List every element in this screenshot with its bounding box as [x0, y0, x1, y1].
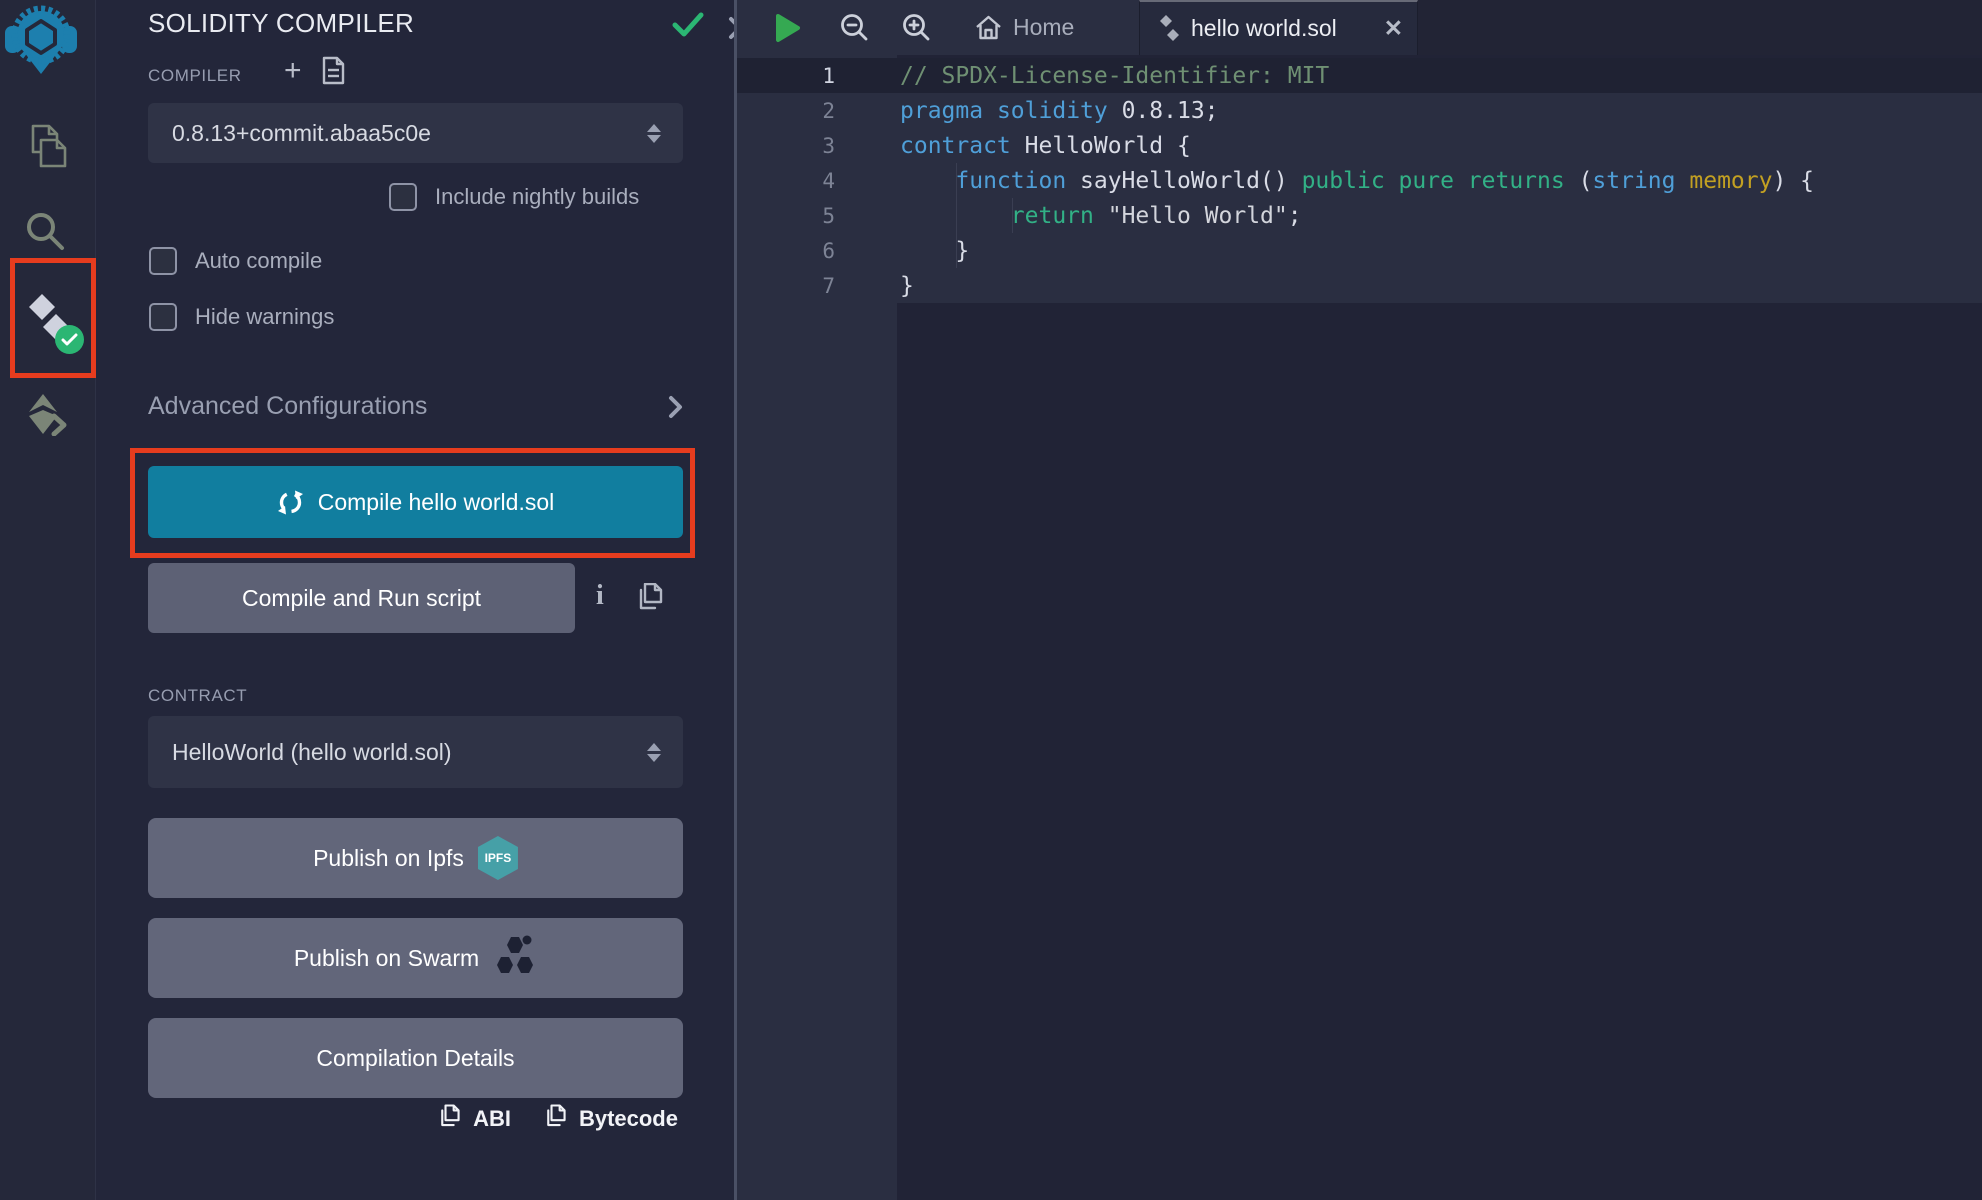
hide-warnings-checkbox[interactable]: [149, 303, 177, 331]
advanced-configurations-toggle[interactable]: Advanced Configurations: [148, 392, 683, 421]
auto-compile-label: Auto compile: [195, 248, 322, 274]
line-number: 7: [737, 274, 897, 298]
info-icon[interactable]: i: [596, 580, 604, 612]
publish-on-swarm-button[interactable]: Publish on Swarm: [148, 918, 683, 998]
copy-script-icon[interactable]: [637, 583, 664, 617]
select-arrows-icon: [647, 743, 661, 762]
tab-label: hello world.sol: [1191, 15, 1372, 42]
select-arrows-icon: [647, 124, 661, 143]
line-number: 2: [737, 99, 897, 123]
publish-swarm-label: Publish on Swarm: [294, 945, 479, 972]
line-number: 6: [737, 239, 897, 263]
code-line[interactable]: 1// SPDX-License-Identifier: MIT: [737, 58, 1982, 93]
line-number: 1: [737, 64, 897, 88]
editor-area: Home hello world.sol ✕ 1// SPDX-License-…: [737, 0, 1982, 1200]
compile-success-badge-icon: [55, 325, 84, 354]
line-number: 4: [737, 169, 897, 193]
copy-bytecode-button[interactable]: Bytecode: [579, 1106, 678, 1132]
advanced-configurations-label: Advanced Configurations: [148, 392, 668, 421]
add-compiler-icon[interactable]: +: [284, 56, 302, 86]
compiler-version-value: 0.8.13+commit.abaa5c0e: [172, 120, 647, 147]
contract-section-label: CONTRACT: [148, 686, 247, 706]
contract-select-value: HelloWorld (hello world.sol): [172, 739, 647, 766]
hide-warnings-label: Hide warnings: [195, 304, 334, 330]
compilation-details-label: Compilation Details: [316, 1045, 514, 1072]
home-icon: [975, 14, 1002, 41]
indent-guide: [1012, 198, 1013, 233]
contract-select[interactable]: HelloWorld (hello world.sol): [148, 716, 683, 788]
panel-title: SOLIDITY COMPILER: [148, 8, 414, 38]
tab-home-label: Home: [1013, 14, 1074, 41]
search-icon[interactable]: [24, 210, 66, 257]
compile-and-run-button[interactable]: Compile and Run script: [148, 563, 575, 633]
code-lines: 1// SPDX-License-Identifier: MIT2pragma …: [737, 58, 1982, 303]
tab-home[interactable]: Home: [965, 0, 1084, 55]
auto-compile-checkbox-row[interactable]: Auto compile: [149, 247, 322, 275]
zoom-out-icon[interactable]: [839, 12, 869, 47]
chevron-right-icon: [668, 395, 683, 419]
code-text: return "Hello World";: [900, 203, 1302, 229]
editor-tab-bar: Home hello world.sol ✕: [737, 0, 1982, 55]
solidity-file-icon: [1160, 15, 1179, 42]
ipfs-icon: IPFS: [478, 836, 518, 880]
compiler-config-file-icon[interactable]: [322, 56, 345, 90]
line-number: 5: [737, 204, 897, 228]
hide-warnings-checkbox-row[interactable]: Hide warnings: [149, 303, 334, 331]
panel-header: SOLIDITY COMPILER: [148, 8, 694, 44]
code-line[interactable]: 5 return "Hello World";: [737, 198, 1982, 233]
code-text: contract HelloWorld {: [900, 133, 1191, 159]
include-nightly-checkbox[interactable]: [389, 183, 417, 211]
abi-bytecode-row: ABI Bytecode: [148, 1104, 678, 1134]
panel-resize-handle[interactable]: [734, 0, 737, 1200]
close-tab-icon[interactable]: ✕: [1384, 15, 1403, 42]
code-line[interactable]: 4 function sayHelloWorld() public pure r…: [737, 163, 1982, 198]
publish-on-ipfs-button[interactable]: Publish on Ipfs IPFS: [148, 818, 683, 898]
compile-button-label: Compile hello world.sol: [318, 489, 555, 516]
line-number: 3: [737, 134, 897, 158]
zoom-in-icon[interactable]: [901, 12, 931, 47]
icon-bar: [0, 0, 96, 1200]
include-nightly-checkbox-row[interactable]: Include nightly builds: [389, 183, 639, 211]
swarm-icon: [493, 935, 537, 981]
code-line[interactable]: 7}: [737, 268, 1982, 303]
code-text: // SPDX-License-Identifier: MIT: [900, 63, 1329, 89]
code-text: }: [900, 238, 969, 264]
compilation-details-button[interactable]: Compilation Details: [148, 1018, 683, 1098]
compiler-version-select[interactable]: 0.8.13+commit.abaa5c0e: [148, 103, 683, 163]
code-editor[interactable]: 1// SPDX-License-Identifier: MIT2pragma …: [737, 55, 1982, 1200]
code-text: pragma solidity 0.8.13;: [900, 98, 1219, 124]
code-line[interactable]: 3contract HelloWorld {: [737, 128, 1982, 163]
code-text: }: [900, 273, 914, 299]
publish-ipfs-label: Publish on Ipfs: [313, 845, 464, 872]
file-explorer-icon[interactable]: [24, 124, 68, 175]
tab-hello-world-sol[interactable]: hello world.sol ✕: [1139, 0, 1418, 55]
code-line[interactable]: 2pragma solidity 0.8.13;: [737, 93, 1982, 128]
copy-abi-icon[interactable]: [439, 1104, 461, 1134]
solidity-compiler-panel: SOLIDITY COMPILER COMPILER + 0.8.13+comm…: [96, 0, 734, 1200]
compile-button[interactable]: Compile hello world.sol: [148, 466, 683, 538]
compile-success-check-icon: [672, 12, 704, 43]
compiler-section-label: COMPILER: [148, 66, 242, 86]
remix-logo-icon[interactable]: [5, 2, 77, 83]
copy-bytecode-icon[interactable]: [545, 1104, 567, 1134]
refresh-icon: [277, 489, 304, 516]
copy-abi-button[interactable]: ABI: [473, 1106, 511, 1132]
include-nightly-label: Include nightly builds: [435, 184, 639, 210]
indent-guide: [956, 163, 957, 268]
code-text: function sayHelloWorld() public pure ret…: [900, 168, 1814, 194]
deploy-run-icon[interactable]: [24, 392, 68, 441]
run-script-play-icon[interactable]: [775, 13, 801, 48]
code-line[interactable]: 6 }: [737, 233, 1982, 268]
compile-and-run-label: Compile and Run script: [242, 585, 481, 612]
auto-compile-checkbox[interactable]: [149, 247, 177, 275]
